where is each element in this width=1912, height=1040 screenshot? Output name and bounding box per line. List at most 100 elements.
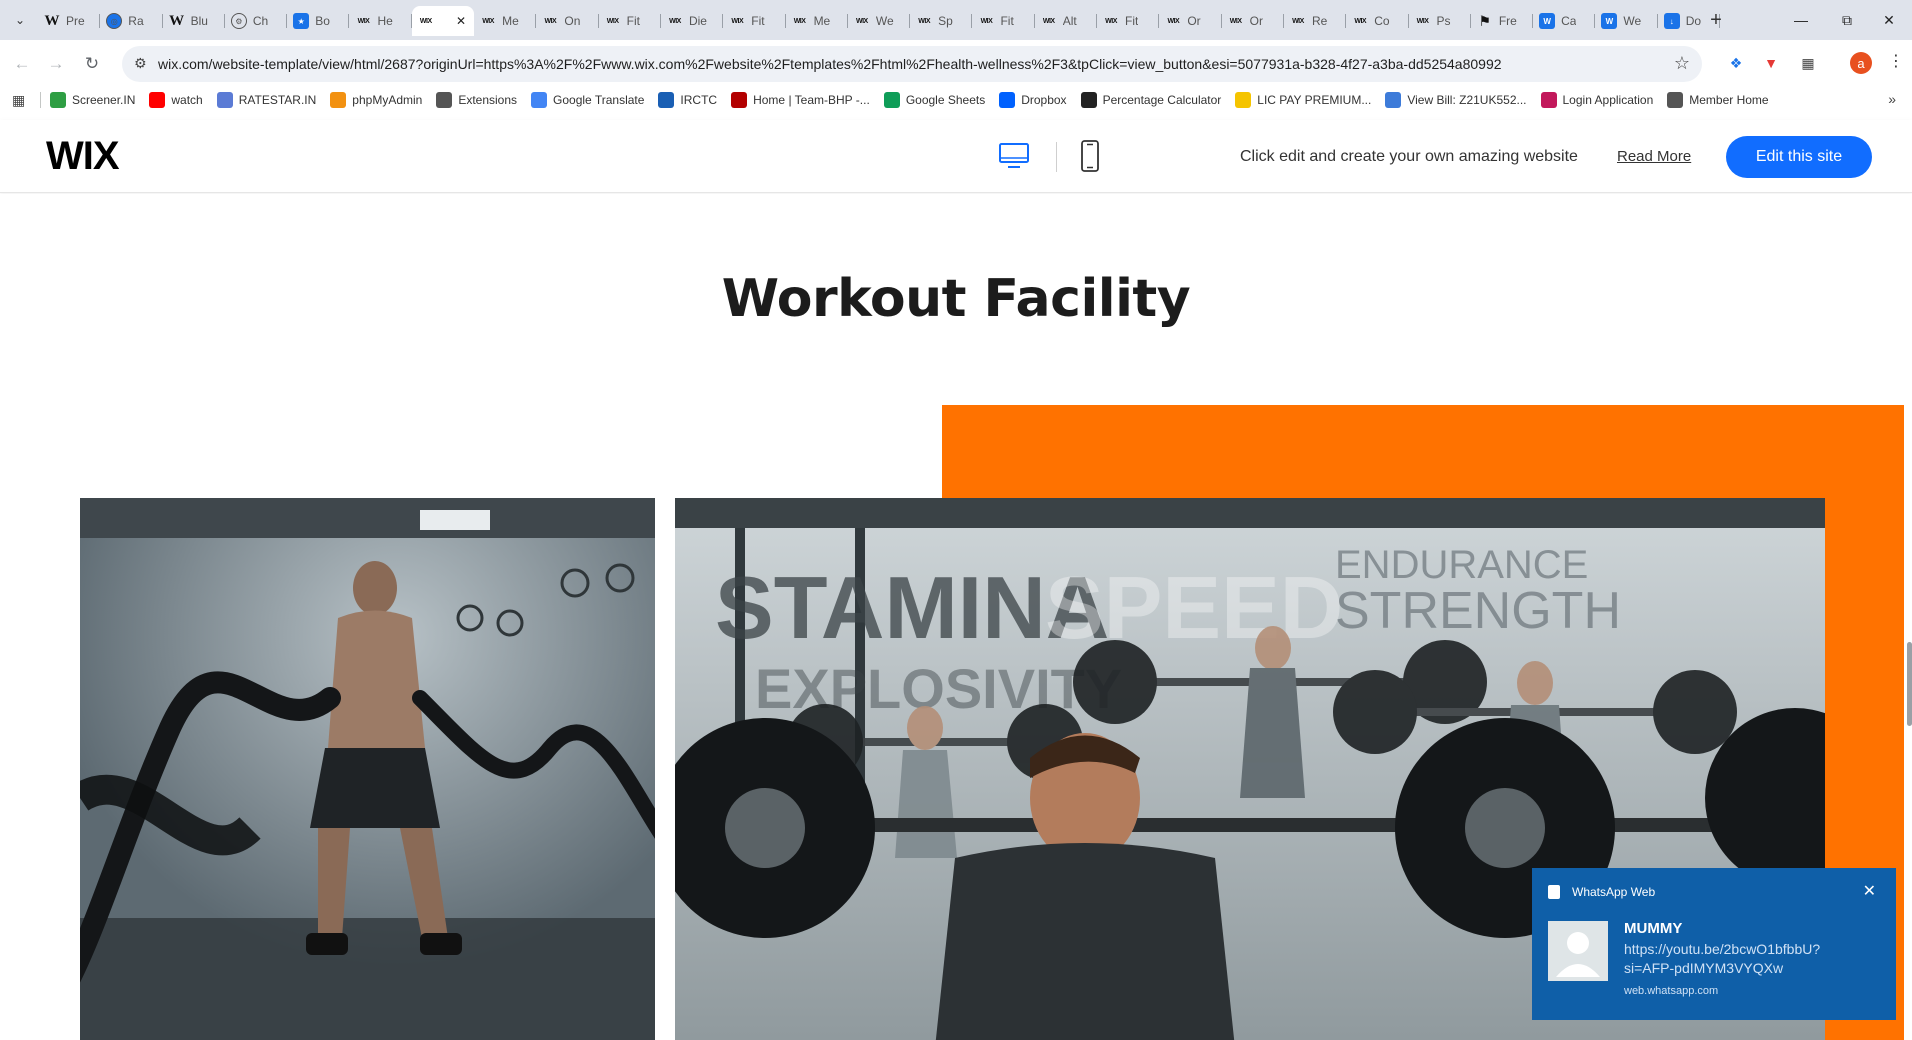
bookmark-item[interactable]: Home | Team-BHP -... bbox=[731, 92, 870, 108]
bookmark-item[interactable]: Login Application bbox=[1540, 92, 1654, 108]
bookmark-favicon-icon bbox=[531, 92, 548, 108]
bookmarks-divider bbox=[40, 92, 41, 108]
mobile-view-icon[interactable] bbox=[1080, 140, 1100, 172]
window-close-icon[interactable]: ✕ bbox=[1866, 0, 1912, 40]
wall-text-strength: STRENGTH bbox=[1335, 582, 1621, 640]
browser-tab[interactable]: WIX Fit bbox=[972, 6, 1035, 36]
bookmark-favicon-icon bbox=[999, 92, 1016, 108]
bookmark-item[interactable]: Screener.IN bbox=[50, 92, 135, 108]
bookmark-favicon-icon bbox=[1080, 92, 1097, 108]
browser-tab[interactable]: ★ Bo bbox=[287, 6, 350, 36]
tab-label: Pre bbox=[66, 14, 85, 28]
browser-tab[interactable]: WIX Fit bbox=[1097, 6, 1160, 36]
profile-avatar[interactable]: a bbox=[1850, 52, 1872, 74]
browser-tab[interactable]: WIX Sp bbox=[910, 6, 973, 36]
tab-label: Bo bbox=[315, 14, 330, 28]
browser-tab[interactable]: WIX Me bbox=[786, 6, 848, 36]
tab-label: Do bbox=[1685, 14, 1702, 28]
browser-tab[interactable]: WIX Re bbox=[1284, 6, 1347, 36]
bookmark-label: Screener.IN bbox=[72, 93, 136, 107]
back-icon[interactable]: ← bbox=[10, 52, 34, 76]
browser-tab[interactable]: WIX Co bbox=[1346, 6, 1409, 36]
bookmark-item[interactable]: View Bill: Z21UK552... bbox=[1385, 92, 1527, 108]
whatsapp-notification[interactable]: WhatsApp Web ✕ MUMMY https://youtu.be/2b… bbox=[1532, 868, 1896, 1020]
minimize-icon[interactable]: — bbox=[1778, 0, 1824, 40]
new-tab-icon[interactable]: + bbox=[1704, 8, 1728, 32]
bookmark-favicon-icon bbox=[1385, 92, 1402, 108]
extension-globe-icon[interactable]: ❖ bbox=[1725, 52, 1747, 74]
read-more-link[interactable]: Read More bbox=[1617, 148, 1691, 165]
browser-tab[interactable]: WIX Alt bbox=[1035, 6, 1098, 36]
bookmark-item[interactable]: RATESTAR.IN bbox=[216, 92, 316, 108]
extensions-puzzle-icon[interactable]: ▦ bbox=[1797, 52, 1819, 74]
bookmark-item[interactable]: Member Home bbox=[1667, 92, 1769, 108]
bookmark-item[interactable]: Google Translate bbox=[531, 92, 644, 108]
bookmark-star-icon[interactable]: ☆ bbox=[1674, 53, 1690, 74]
reload-icon[interactable]: ↻ bbox=[80, 52, 104, 76]
wix-favicon-icon: WIX bbox=[1229, 17, 1242, 25]
tab-label: Me bbox=[813, 14, 831, 28]
bookmark-item[interactable]: IRCTC bbox=[658, 92, 717, 108]
page-scrollbar[interactable] bbox=[1907, 642, 1912, 726]
tab-search-icon[interactable]: ⌄ bbox=[8, 8, 32, 32]
bookmark-favicon-icon bbox=[1235, 92, 1252, 108]
browser-tab[interactable]: W Blu bbox=[163, 6, 225, 36]
browser-tab[interactable]: W We bbox=[1595, 6, 1658, 36]
tab-label: Fre bbox=[1498, 14, 1517, 28]
browser-tab[interactable]: ◎ Ra bbox=[100, 6, 163, 36]
bookmark-label: Home | Team-BHP -... bbox=[753, 93, 870, 107]
battle-ropes-photo bbox=[80, 498, 655, 1040]
edit-site-button[interactable]: Edit this site bbox=[1726, 136, 1872, 178]
bookmarks-overflow-icon[interactable]: » bbox=[1888, 91, 1896, 107]
browser-tab[interactable]: WIX We bbox=[848, 6, 911, 36]
star-favicon-icon: ★ bbox=[293, 13, 310, 29]
bookmark-favicon-icon bbox=[436, 92, 453, 108]
browser-tab[interactable]: WIX Die bbox=[661, 6, 724, 36]
word-favicon-icon: W bbox=[1601, 13, 1618, 29]
url-text[interactable]: wix.com/website-template/view/html/2687?… bbox=[158, 56, 1502, 72]
bookmark-item[interactable]: watch bbox=[149, 92, 203, 108]
tab-label: Ca bbox=[1561, 14, 1577, 28]
browser-tab[interactable]: W Pre bbox=[38, 6, 101, 36]
browser-tab[interactable]: WIX Ps bbox=[1409, 6, 1471, 36]
apps-grid-icon[interactable]: ▦ bbox=[12, 92, 25, 109]
desktop-view-icon[interactable] bbox=[998, 142, 1030, 170]
forward-icon[interactable]: → bbox=[44, 52, 68, 76]
bookmark-item[interactable]: Percentage Calculator bbox=[1080, 92, 1221, 108]
browser-tab[interactable]: WIX Or bbox=[1222, 6, 1284, 36]
tab-active[interactable]: WIX ✕ bbox=[411, 6, 475, 36]
extension-shield-icon[interactable]: ▼ bbox=[1760, 52, 1782, 74]
site-info-icon[interactable]: ⚙ bbox=[134, 55, 147, 72]
bookmark-item[interactable]: LIC PAY PREMIUM... bbox=[1235, 92, 1371, 108]
browser-tab[interactable]: WIX Fit bbox=[599, 6, 661, 36]
notification-close-icon[interactable]: ✕ bbox=[1863, 881, 1876, 901]
restore-icon[interactable]: ⧉ bbox=[1824, 0, 1870, 40]
bookmark-label: LIC PAY PREMIUM... bbox=[1257, 93, 1372, 107]
tab-strip: ⌄ W Pre ◎ Ra W Blu ⚙ Ch ★ Bo WIX He WIX ✕ WIX Me WIX On WI… bbox=[0, 0, 1912, 40]
browser-tab[interactable]: ⚑ Fre bbox=[1471, 6, 1534, 36]
bookmark-item[interactable]: Dropbox bbox=[999, 92, 1067, 108]
bookmark-favicon-icon bbox=[731, 92, 748, 108]
tab-label: We bbox=[1623, 14, 1642, 28]
bookmark-item[interactable]: phpMyAdmin bbox=[330, 92, 422, 108]
bookmark-item[interactable]: Google Sheets bbox=[883, 92, 985, 108]
tab-close-icon[interactable]: ✕ bbox=[456, 14, 466, 28]
browser-tab[interactable]: WIX On bbox=[536, 6, 599, 36]
address-bar[interactable]: ⚙ wix.com/website-template/view/html/268… bbox=[122, 46, 1702, 82]
tab-label: Ra bbox=[128, 14, 144, 28]
notification-message[interactable]: https://youtu.be/2bcwO1bfbbU?si=AFP-pdIM… bbox=[1624, 940, 1854, 978]
browser-tab[interactable]: WIX Or bbox=[1159, 6, 1222, 36]
browser-toolbar: ← → ↻ ⚙ wix.com/website-template/view/ht… bbox=[0, 40, 1912, 88]
wix-favicon-icon: WIX bbox=[1105, 17, 1117, 25]
bookmark-item[interactable]: Extensions bbox=[436, 92, 517, 108]
browser-tab[interactable]: WIX Fit bbox=[723, 6, 786, 36]
browser-tab[interactable]: W Ca bbox=[1533, 6, 1596, 36]
browser-tab[interactable]: WIX Me bbox=[474, 6, 537, 36]
browser-menu-icon[interactable]: ⋮ bbox=[1888, 51, 1904, 71]
bookmark-label: Login Application bbox=[1562, 93, 1654, 107]
wix-logo[interactable]: WIX bbox=[46, 134, 120, 179]
tab-label: Ch bbox=[252, 14, 269, 28]
browser-tab[interactable]: ⚙ Ch bbox=[225, 6, 288, 36]
wix-favicon-icon: WIX bbox=[1292, 17, 1304, 25]
browser-tab[interactable]: WIX He bbox=[349, 6, 412, 36]
